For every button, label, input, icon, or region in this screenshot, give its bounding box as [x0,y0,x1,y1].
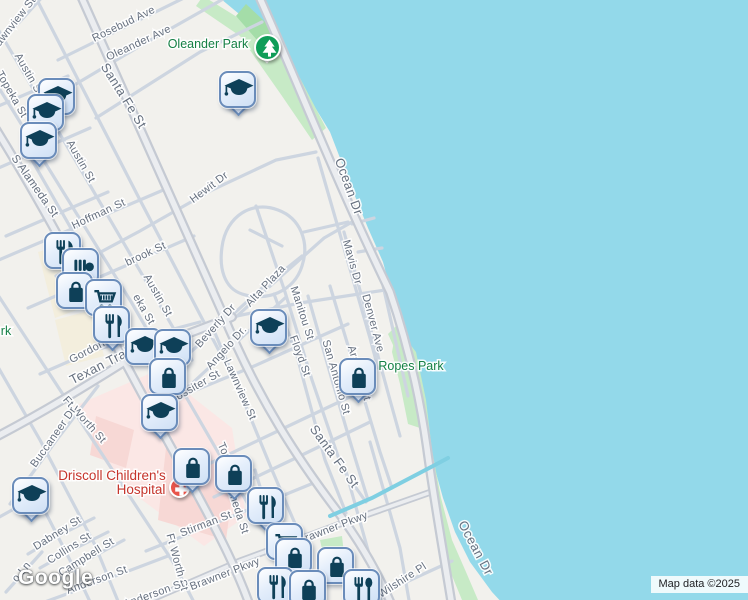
graduation-cap-icon [255,317,285,334]
fork-knife-marker[interactable] [92,305,130,343]
map-canvas[interactable]: Lawnview St Rosebud Ave Oleander Ave Santa … [0,0,748,600]
shopping-bag-marker[interactable] [172,447,210,485]
hospital-poi-label[interactable]: Hospital [115,481,167,499]
graduation-cap-icon [17,485,47,502]
street-label: Brawner Pkwy [188,555,261,593]
graduation-cap-icon [25,130,55,147]
park-tree-marker[interactable] [253,33,281,61]
street-label: brook St [124,240,168,269]
fork-knife-marker[interactable] [246,486,284,524]
graduation-cap-marker[interactable] [140,393,178,431]
tree-icon [262,39,276,57]
shopping-bag-marker[interactable] [148,357,186,395]
google-logo[interactable]: Google [18,566,93,590]
shopping-bag-marker[interactable] [288,569,326,600]
street-label: Austin St [64,138,98,184]
fork-knife-icon [259,495,276,520]
shopping-bag-icon [186,457,200,478]
street-label: Hewit Dr [188,169,231,205]
shopping-bag-icon [228,464,242,485]
graduation-cap-icon [146,402,176,419]
shopping-bag-icon [162,367,176,388]
graduation-cap-marker[interactable] [249,308,287,346]
street-label: Santa Fe St [98,60,150,131]
graduation-cap-marker[interactable] [218,70,256,108]
street-label: Anderson St [122,578,186,600]
shopping-bag-marker[interactable] [338,357,376,395]
fork-spoon-marker[interactable] [342,568,380,600]
graduation-cap-marker[interactable] [19,121,57,159]
shopping-bag-icon [352,367,366,388]
map-attribution: Map data ©2025 [650,576,748,593]
park-label[interactable]: Oleander Park [166,36,250,53]
shopping-bag-icon [302,579,316,600]
shopping-bag-marker[interactable] [214,454,252,492]
graduation-cap-icon [224,79,254,96]
fork-spoon-icon [354,577,373,600]
fork-knife-marker[interactable] [256,566,294,600]
street-label: Denver Ave [359,293,386,354]
hospital-poi-label[interactable]: Driscoll Children's [57,467,168,485]
street-label: Mavis Dr [340,239,364,286]
park-label[interactable]: Ropes Park [377,358,446,375]
graduation-cap-marker[interactable] [11,476,49,514]
park-label[interactable]: rk [0,323,13,340]
